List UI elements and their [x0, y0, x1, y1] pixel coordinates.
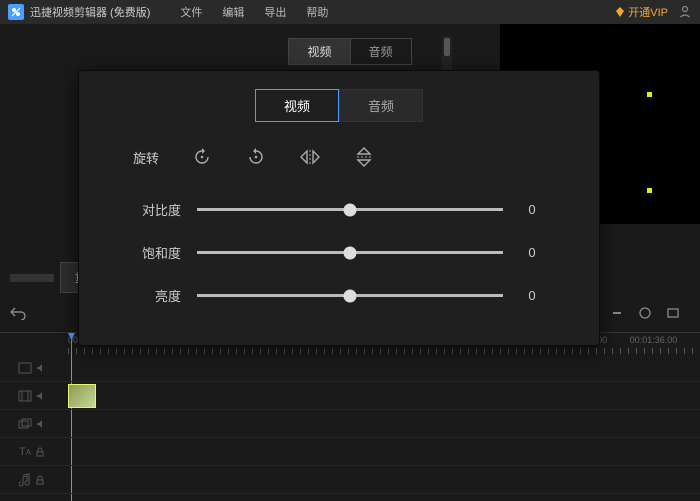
track-row [0, 466, 700, 494]
music-icon [19, 473, 31, 487]
adjust-modal: 视频 音频 旋转 对比度 0 饱和度 0 亮度 0 [78, 70, 600, 346]
mute-icon[interactable] [36, 363, 46, 373]
track-row [0, 410, 700, 438]
rotate-label: 旋转 [133, 148, 159, 167]
rotate-cw-icon[interactable] [245, 146, 267, 168]
contrast-label: 对比度 [133, 200, 181, 219]
track-head-audio[interactable] [0, 466, 64, 493]
brightness-label: 亮度 [133, 286, 181, 305]
menu-file[interactable]: 文件 [180, 4, 202, 20]
vip-button[interactable]: 开通VIP [615, 4, 668, 20]
upper-tab-audio[interactable]: 音频 [350, 38, 412, 65]
track-head-video2[interactable] [0, 382, 64, 409]
upper-tab-video[interactable]: 视频 [288, 38, 349, 65]
saturation-slider[interactable] [197, 251, 503, 254]
mute-icon[interactable] [36, 391, 46, 401]
preview-marker [647, 92, 652, 97]
app-logo-icon [8, 4, 24, 20]
undo-icon[interactable] [10, 306, 26, 323]
user-icon[interactable] [678, 4, 692, 21]
panel-handle [10, 274, 54, 282]
timeline-tracks: TA [0, 354, 700, 494]
saturation-label: 饱和度 [133, 243, 181, 262]
app-title: 迅捷视频剪辑器 (免费版) [30, 4, 150, 20]
menu-export[interactable]: 导出 [264, 4, 286, 20]
timeline-toolbar-left [10, 306, 26, 323]
zoom-fit-icon[interactable] [666, 306, 680, 323]
saturation-value: 0 [519, 245, 545, 260]
text-icon: TA [19, 446, 31, 458]
titlebar: 迅捷视频剪辑器 (免费版) 文件 编辑 导出 帮助 开通VIP [0, 0, 700, 24]
track-head-text[interactable]: TA [0, 438, 64, 465]
track-head-video1[interactable] [0, 354, 64, 381]
video-clip[interactable] [68, 384, 96, 408]
track-row [0, 382, 700, 410]
timeline-toolbar-right [610, 306, 680, 323]
mute-icon[interactable] [36, 419, 46, 429]
track-head-overlay[interactable] [0, 410, 64, 437]
film-icon [18, 362, 32, 374]
overlay-icon [18, 418, 32, 430]
rotate-ccw-icon[interactable] [191, 146, 213, 168]
lock-icon[interactable] [35, 475, 45, 485]
menu-help[interactable]: 帮助 [306, 4, 328, 20]
menu-edit[interactable]: 编辑 [222, 4, 244, 20]
track-row: TA [0, 438, 700, 466]
preview-marker [647, 188, 652, 193]
modal-tab-video[interactable]: 视频 [255, 89, 339, 122]
lock-icon[interactable] [35, 447, 45, 457]
zoom-out-icon[interactable] [610, 306, 624, 323]
track-row [0, 354, 700, 382]
film-icon [18, 390, 32, 402]
brightness-slider[interactable] [197, 294, 503, 297]
contrast-value: 0 [519, 202, 545, 217]
flip-vertical-icon[interactable] [353, 146, 375, 168]
diamond-icon [615, 7, 625, 17]
flip-horizontal-icon[interactable] [299, 146, 321, 168]
modal-tab-audio[interactable]: 音频 [339, 89, 423, 122]
brightness-value: 0 [519, 288, 545, 303]
contrast-slider[interactable] [197, 208, 503, 211]
zoom-slider-icon[interactable] [638, 306, 652, 323]
